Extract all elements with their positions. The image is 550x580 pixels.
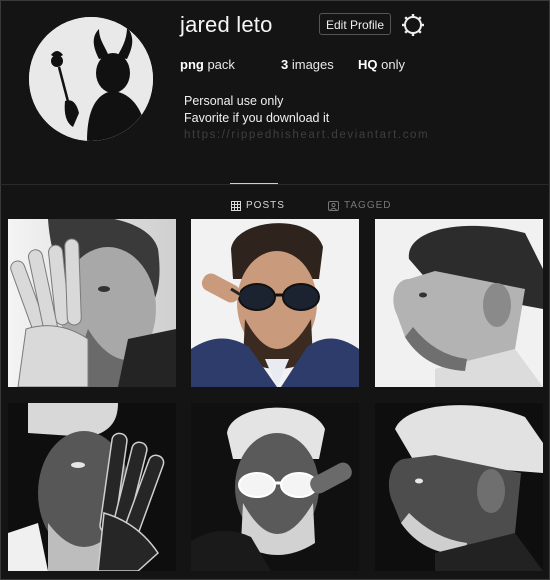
tabs-divider	[0, 184, 550, 185]
stat-images[interactable]: 3 images	[281, 57, 334, 72]
avatar[interactable]	[29, 17, 153, 141]
stat-label: only	[381, 57, 405, 72]
grid-icon	[231, 200, 241, 211]
post-thumbnail[interactable]	[375, 403, 543, 571]
username: jared leto	[180, 12, 273, 37]
settings-gear-icon[interactable]	[401, 13, 425, 37]
post-thumbnail[interactable]	[375, 219, 543, 387]
post-thumbnail[interactable]	[8, 403, 176, 571]
stat-value: HQ	[358, 57, 378, 72]
tab-label: POSTS	[246, 200, 285, 211]
tab-posts[interactable]: POSTS	[231, 200, 285, 211]
avatar-silhouette-icon	[29, 17, 153, 141]
bio-line: Favorite if you download it	[184, 111, 330, 125]
edit-profile-button[interactable]: Edit Profile	[319, 13, 391, 35]
post-thumbnail[interactable]	[191, 219, 359, 387]
post-thumbnail[interactable]	[8, 219, 176, 387]
tag-icon	[328, 200, 339, 211]
stat-pack: png pack	[180, 57, 235, 72]
stat-hq: HQ only	[358, 57, 405, 72]
stat-label: pack	[207, 57, 235, 72]
profile-link[interactable]: https://rippedhisheart.deviantart.com	[184, 127, 429, 144]
stat-value: png	[180, 57, 204, 72]
bio-line: Personal use only	[184, 94, 284, 108]
post-thumbnail[interactable]	[191, 403, 359, 571]
tab-label: TAGGED	[344, 200, 392, 211]
stat-label: images	[291, 57, 334, 72]
stat-value: 3	[281, 57, 289, 72]
active-tab-indicator	[230, 183, 278, 184]
profile-bio: Personal use only Favorite if you downlo…	[184, 93, 429, 144]
tab-tagged[interactable]: TAGGED	[328, 200, 391, 211]
